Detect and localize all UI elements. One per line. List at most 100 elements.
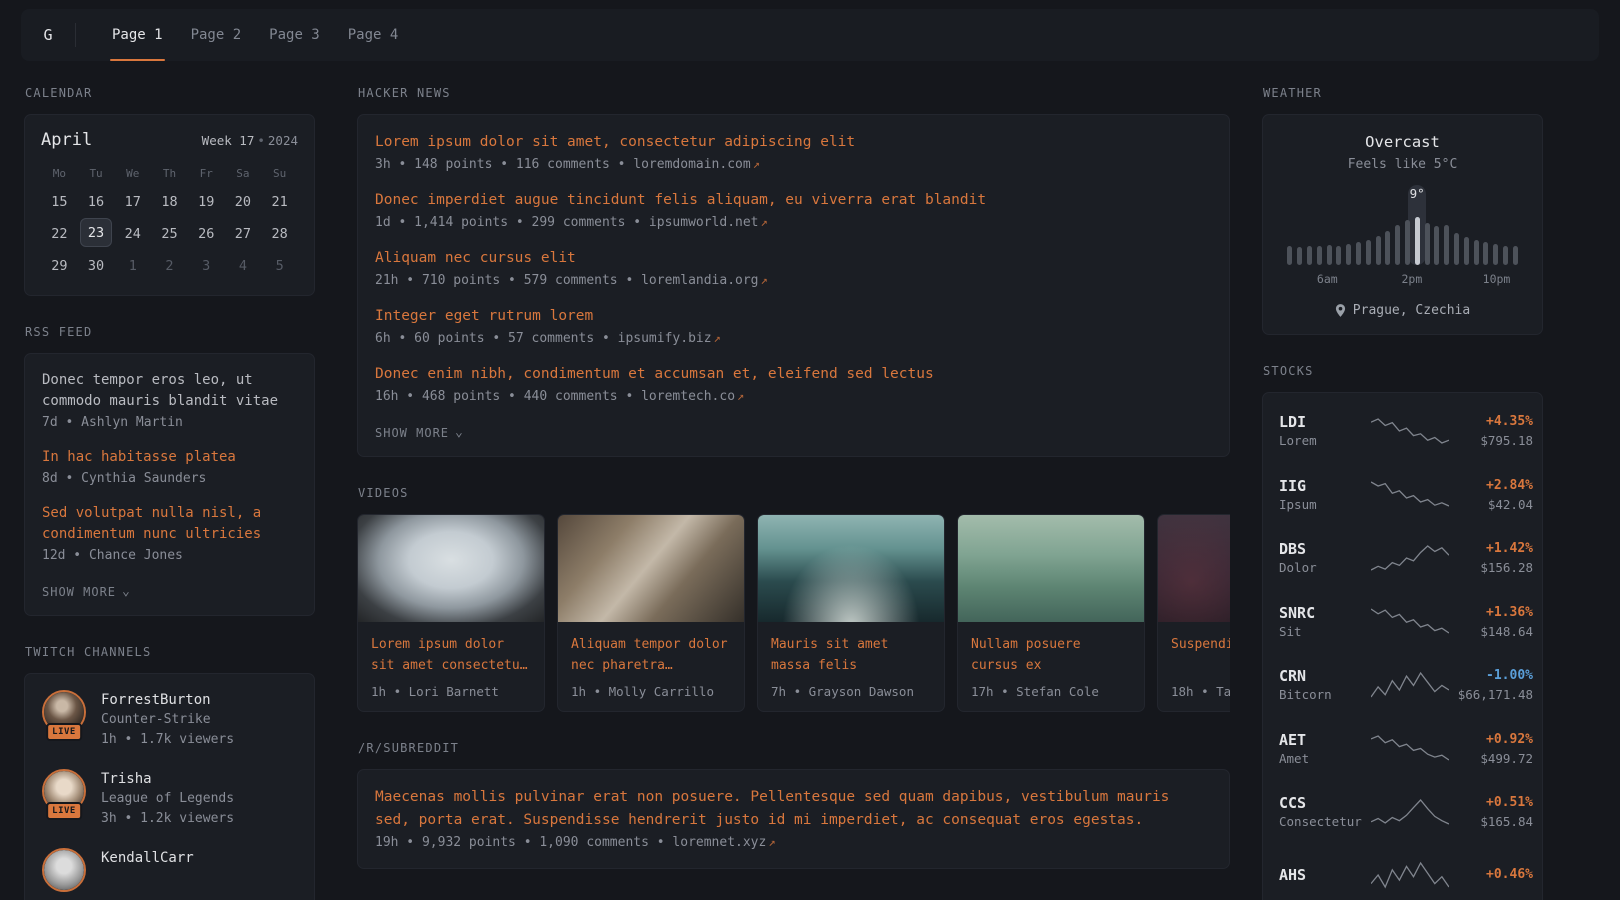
- external-link-icon[interactable]: ↗: [714, 331, 721, 345]
- rss-link[interactable]: Sed volutpat nulla nisl, a condimentum n…: [42, 503, 297, 545]
- channel-name[interactable]: Trisha: [101, 769, 234, 789]
- tab-page-1[interactable]: Page 1: [98, 9, 177, 61]
- rss-meta: 7d • Ashlyn Martin: [42, 412, 297, 434]
- stock-change: +2.84%: [1449, 476, 1533, 496]
- stock-change: +1.42%: [1449, 539, 1533, 559]
- calendar-day: 18: [151, 186, 188, 217]
- calendar-day-current: 23: [80, 218, 112, 247]
- video-title: Nullam posuere cursus ex: [971, 634, 1131, 676]
- hn-meta: 1d • 1,414 points • 299 comments • ipsum…: [375, 211, 1212, 234]
- hn-link[interactable]: Lorem ipsum dolor sit amet, consectetur …: [375, 131, 1212, 153]
- external-link-icon[interactable]: ↗: [761, 215, 768, 229]
- weather-card: Overcast Feels like 5°C 9° 6am2pm10pm Pr…: [1262, 114, 1543, 335]
- channel-name[interactable]: ForrestBurton: [101, 690, 234, 710]
- calendar-month: April: [41, 130, 92, 150]
- twitch-channel[interactable]: LIVE Trisha League of Legends 3h • 1.2k …: [42, 769, 297, 829]
- tab-page-4[interactable]: Page 4: [334, 9, 413, 61]
- stock-row[interactable]: AETAmet +0.92%$499.72: [1279, 717, 1526, 781]
- weather-bar: [1442, 185, 1452, 265]
- hn-link[interactable]: Donec imperdiet augue tincidunt felis al…: [375, 189, 1212, 211]
- stock-name: Ipsum: [1279, 496, 1371, 513]
- hn-item: Donec imperdiet augue tincidunt felis al…: [375, 189, 1212, 234]
- calendar-separator: •: [257, 133, 265, 148]
- rss-item: In hac habitasse platea 8d • Cynthia Sau…: [42, 447, 297, 490]
- weather-bar: [1432, 185, 1442, 265]
- twitch-channel-info: KendallCarr: [101, 848, 194, 892]
- video-card[interactable]: Aliquam tempor dolor nec pharetra… 1h • …: [557, 514, 745, 712]
- stock-row[interactable]: CCSConsectetur +0.51%$165.84: [1279, 780, 1526, 844]
- stock-ticker[interactable]: CRN: [1279, 666, 1371, 686]
- reddit-post-link[interactable]: Maecenas mollis pulvinar erat non posuer…: [375, 786, 1212, 831]
- stock-sparkline: [1371, 416, 1449, 446]
- nav-divider: [75, 23, 76, 47]
- stock-ticker[interactable]: AET: [1279, 730, 1371, 750]
- hn-meta-text: 6h • 60 points • 57 comments • ipsumify.…: [375, 331, 712, 346]
- video-card[interactable]: Mauris sit amet massa felis 7h • Grayson…: [757, 514, 945, 712]
- hn-link[interactable]: Aliquam nec cursus elit: [375, 247, 1212, 269]
- stock-ticker[interactable]: IIG: [1279, 476, 1371, 496]
- stock-row[interactable]: IIGIpsum +2.84%$42.04: [1279, 463, 1526, 527]
- calendar-day-grid: 1516171819202122232425262728293012345: [41, 186, 298, 281]
- calendar-day: 19: [188, 186, 225, 217]
- external-link-icon[interactable]: ↗: [761, 273, 768, 287]
- weather-location: Prague, Czechia: [1353, 303, 1470, 318]
- calendar-day: 28: [261, 218, 298, 249]
- live-badge: LIVE: [46, 723, 82, 741]
- weather-time-label: 6am: [1317, 272, 1338, 286]
- channel-game: League of Legends: [101, 789, 234, 809]
- stock-ticker[interactable]: DBS: [1279, 539, 1371, 559]
- stock-price: $148.64: [1449, 623, 1533, 640]
- channel-name[interactable]: KendallCarr: [101, 848, 194, 868]
- twitch-channel[interactable]: KendallCarr: [42, 848, 297, 892]
- video-card[interactable]: Suspendisse diam 18h • Tara: [1157, 514, 1230, 712]
- stock-ticker[interactable]: LDI: [1279, 412, 1371, 432]
- rss-link[interactable]: Donec tempor eros leo, ut commodo mauris…: [42, 370, 297, 412]
- dow-we: We: [114, 167, 151, 180]
- stock-ticker[interactable]: SNRC: [1279, 603, 1371, 623]
- stock-row[interactable]: DBSDolor +1.42%$156.28: [1279, 526, 1526, 590]
- hn-link[interactable]: Donec enim nibh, condimentum et accumsan…: [375, 363, 1212, 385]
- stock-ticker[interactable]: CCS: [1279, 793, 1371, 813]
- stock-change: +1.36%: [1449, 603, 1533, 623]
- rss-item: Sed volutpat nulla nisl, a condimentum n…: [42, 503, 297, 567]
- rss-meta: 8d • Cynthia Saunders: [42, 468, 297, 490]
- weather-chart: 9°: [1285, 185, 1520, 265]
- hn-meta-text: 16h • 468 points • 440 comments • loremt…: [375, 389, 735, 404]
- calendar-week-year: Week 17•2024: [202, 133, 298, 148]
- stock-ticker[interactable]: AHS: [1279, 865, 1371, 885]
- rss-show-more-button[interactable]: SHOW MORE ⌄: [42, 580, 131, 601]
- stock-sparkline: [1371, 606, 1449, 636]
- stock-name: Dolor: [1279, 559, 1371, 576]
- app-logo[interactable]: G: [21, 9, 75, 61]
- stock-name: Sit: [1279, 623, 1371, 640]
- dashboard-columns: CALENDAR April Week 17•2024 Mo Tu We Th …: [0, 86, 1620, 900]
- hn-item: Aliquam nec cursus elit 21h • 710 points…: [375, 247, 1212, 292]
- hn-show-more-button[interactable]: SHOW MORE ⌄: [375, 421, 464, 442]
- show-more-label: SHOW MORE: [42, 585, 116, 599]
- stock-row[interactable]: AHS +0.46%: [1279, 844, 1526, 900]
- video-card[interactable]: Lorem ipsum dolor sit amet consectetu… 1…: [357, 514, 545, 712]
- calendar-day: 1: [114, 250, 151, 281]
- tab-page-3[interactable]: Page 3: [255, 9, 334, 61]
- external-link-icon[interactable]: ↗: [768, 835, 775, 849]
- stock-row[interactable]: SNRCSit +1.36%$148.64: [1279, 590, 1526, 654]
- stock-row[interactable]: LDILorem +4.35%$795.18: [1279, 399, 1526, 463]
- twitch-widget-title: TWITCH CHANNELS: [25, 645, 315, 659]
- weather-times: 6am2pm10pm: [1285, 272, 1520, 288]
- hn-link[interactable]: Integer eget rutrum lorem: [375, 305, 1212, 327]
- stock-sparkline: [1371, 543, 1449, 573]
- twitch-channel[interactable]: LIVE ForrestBurton Counter-Strike 1h • 1…: [42, 690, 297, 750]
- stock-change: +0.46%: [1449, 865, 1533, 885]
- weather-bar: [1285, 185, 1295, 265]
- tab-page-2[interactable]: Page 2: [177, 9, 256, 61]
- external-link-icon[interactable]: ↗: [753, 157, 760, 171]
- rss-link[interactable]: In hac habitasse platea: [42, 447, 297, 468]
- external-link-icon[interactable]: ↗: [737, 389, 744, 403]
- weather-bar: [1461, 185, 1471, 265]
- subreddit-widget: /R/SUBREDDIT Maecenas mollis pulvinar er…: [357, 741, 1230, 869]
- video-card[interactable]: Nullam posuere cursus ex 17h • Stefan Co…: [957, 514, 1145, 712]
- calendar-day: 16: [78, 186, 115, 217]
- stock-row[interactable]: CRNBitcorn -1.00%$66,171.48: [1279, 653, 1526, 717]
- calendar-card: April Week 17•2024 Mo Tu We Th Fr Sa Su …: [24, 114, 315, 296]
- weather-time-label: 10pm: [1483, 272, 1511, 286]
